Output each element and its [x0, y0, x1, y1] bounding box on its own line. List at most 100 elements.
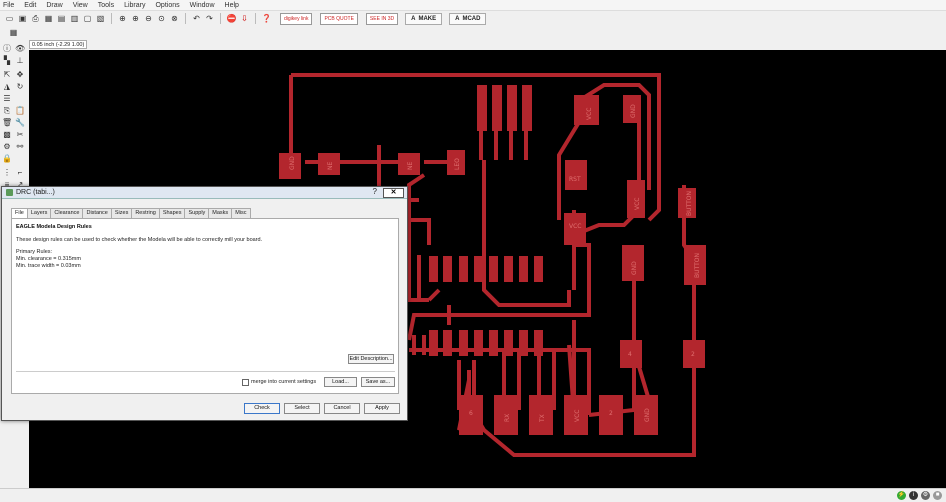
menu-options[interactable]: Options [155, 2, 179, 9]
paste-icon[interactable]: 📋 [15, 106, 25, 116]
help-icon[interactable]: ❓ [261, 13, 272, 24]
tab-restring[interactable]: Restring [131, 208, 160, 218]
stop-icon[interactable]: ⛔ [226, 13, 237, 24]
delete-icon[interactable]: 🗑 [2, 118, 12, 128]
mark-icon[interactable]: ⊥ [15, 56, 25, 66]
pad [534, 256, 543, 282]
tab-layers[interactable]: Layers [26, 208, 52, 218]
menu-help[interactable]: Help [225, 2, 239, 9]
tab-shapes[interactable]: Shapes [158, 208, 186, 218]
move-cross-icon[interactable]: ✥ [15, 70, 25, 80]
panel-divider [16, 371, 395, 372]
mcad-button[interactable]: A MCAD [449, 12, 487, 25]
copy-icon[interactable]: ⎘ [2, 106, 12, 116]
tab-misc[interactable]: Misc [231, 208, 251, 218]
move-icon[interactable]: ⇱ [2, 70, 12, 80]
pcb-quote-badge[interactable]: PCB QUOTE [320, 12, 358, 25]
split-icon[interactable]: ⋮ [2, 168, 12, 178]
pad [477, 85, 487, 131]
pcb-label: BUTTON [686, 191, 693, 216]
miter-icon[interactable]: ⌐ [15, 168, 25, 178]
pad [474, 256, 483, 282]
status-bar: ⚡ i ⚙ ■ [0, 488, 946, 502]
merge-label: merge into current settings [251, 379, 317, 385]
tab-supply[interactable]: Supply [184, 208, 210, 218]
make-button[interactable]: A MAKE [405, 12, 443, 25]
pad [492, 85, 502, 131]
save-as-button[interactable]: Save as... [361, 377, 395, 387]
zoom-redraw-icon[interactable]: ⊙ [156, 13, 167, 24]
mirror-icon[interactable]: ◮ [2, 82, 12, 92]
autodesk-icon: A [455, 15, 460, 22]
display-icon[interactable]: ▚ [2, 56, 12, 66]
pad [429, 330, 438, 356]
change-icon[interactable]: ✂ [15, 130, 25, 140]
tab-clearance[interactable]: Clearance [50, 208, 84, 218]
tab-masks[interactable]: Masks [208, 208, 233, 218]
load-button[interactable]: Load... [324, 377, 357, 387]
zoom-select-icon[interactable]: ⊗ [169, 13, 180, 24]
grid-icon[interactable]: ▦ [8, 27, 19, 38]
menu-view[interactable]: View [73, 2, 88, 9]
info-icon[interactable]: ⓘ [2, 44, 12, 54]
open-icon[interactable]: ▭ [4, 13, 15, 24]
pad [443, 256, 452, 282]
dialog-close-button[interactable]: ✕ [383, 188, 404, 198]
select-button[interactable]: Select [284, 403, 320, 414]
status-info-icon[interactable]: i [909, 491, 918, 500]
status-gear-icon[interactable]: ⚙ [921, 491, 930, 500]
dialog-help-button[interactable]: ? [373, 187, 377, 196]
ulp-icon[interactable]: ▧ [95, 13, 106, 24]
rotate-icon[interactable]: ↻ [15, 82, 25, 92]
pad [489, 330, 498, 356]
pcb-label: GND [289, 156, 296, 170]
undo-icon[interactable]: ↶ [191, 13, 202, 24]
menu-edit[interactable]: Edit [24, 2, 36, 9]
pcb-label: LEO [454, 158, 461, 170]
schematic-icon[interactable]: ▤ [56, 13, 67, 24]
merge-checkbox[interactable] [242, 379, 249, 386]
zoom-in-icon[interactable]: ⊕ [130, 13, 141, 24]
dialog-titlebar[interactable]: DRC (tabi...) ? ✕ [2, 187, 407, 199]
toolbar-separator [220, 13, 221, 24]
cam-icon[interactable]: ▦ [43, 13, 54, 24]
redo-icon[interactable]: ↷ [204, 13, 215, 24]
menu-draw[interactable]: Draw [46, 2, 62, 9]
digikey-badge[interactable]: digikey link [280, 12, 313, 25]
script-icon[interactable]: ▢ [82, 13, 93, 24]
edit-description-button[interactable]: Edit Description... [348, 354, 394, 364]
zoom-fit-icon[interactable]: ⊕ [117, 13, 128, 24]
tab-distance[interactable]: Distance [82, 208, 112, 218]
pcb-label: VCC [574, 410, 581, 422]
rules-title: EAGLE Modela Design Rules [16, 224, 92, 230]
menu-file[interactable]: File [3, 2, 14, 9]
lock-open-icon[interactable]: ⚯ [15, 142, 25, 152]
main-toolbar: ▭ ▣ ⎙ ▦ ▤ ▥ ▢ ▧ ⊕ ⊕ ⊖ ⊙ ⊗ ↶ ↷ ⛔ ⇩ ❓ digi… [0, 11, 946, 26]
lock-icon[interactable]: 🔒 [2, 154, 12, 164]
menu-window[interactable]: Window [190, 2, 215, 9]
cancel-button[interactable]: Cancel [324, 403, 360, 414]
align-icon[interactable]: ☰ [2, 94, 12, 104]
pcb-label: VCC [586, 108, 593, 120]
show-icon[interactable]: 👁 [15, 44, 25, 54]
tab-sizes[interactable]: Sizes [110, 208, 133, 218]
board-icon[interactable]: ▥ [69, 13, 80, 24]
go-icon[interactable]: ⇩ [239, 13, 250, 24]
pcb-label: GND [630, 104, 637, 118]
print-icon[interactable]: ⎙ [30, 13, 41, 24]
save-icon[interactable]: ▣ [17, 13, 28, 24]
menu-library[interactable]: Library [124, 2, 145, 9]
group-icon[interactable]: ▩ [2, 130, 12, 140]
check-button[interactable]: Check [244, 403, 280, 414]
3d-badge[interactable]: SEE IN 3D [365, 12, 399, 25]
ok-icon[interactable]: ⚡ [897, 491, 906, 500]
status-stop-icon[interactable]: ■ [933, 491, 942, 500]
wrench-icon[interactable]: 🔧 [15, 118, 25, 128]
apply-button[interactable]: Apply [364, 403, 400, 414]
toolbar-separator [185, 13, 186, 24]
rules-description: These design rules can be used to check … [16, 237, 263, 243]
zoom-out-icon[interactable]: ⊖ [143, 13, 154, 24]
pad [534, 330, 543, 356]
replace-icon[interactable]: ⚙ [2, 142, 12, 152]
menu-tools[interactable]: Tools [98, 2, 114, 9]
